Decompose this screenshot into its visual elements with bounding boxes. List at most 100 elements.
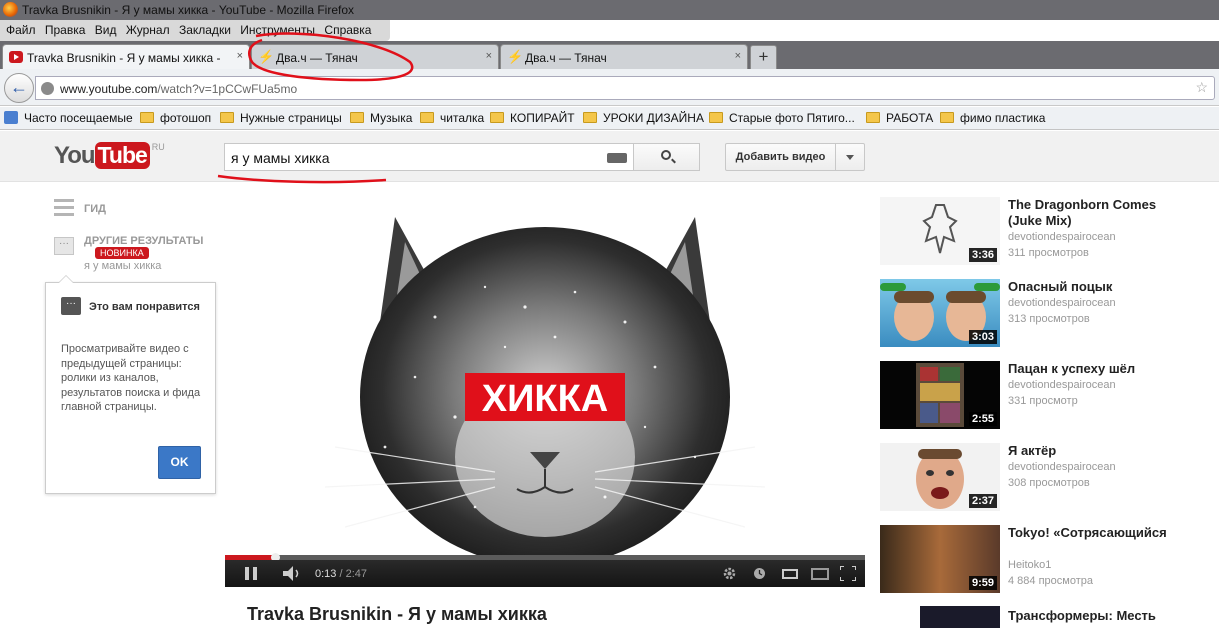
tab-youtube[interactable]: Travka Brusnikin - Я у мамы хикка - ... … [2,44,250,69]
new-badge: НОВИНКА [95,247,149,259]
bookmark-folder[interactable]: читалка [420,111,484,125]
bookmark-folder[interactable]: фимо пластика [940,111,1045,125]
related-video[interactable]: 3:36 The Dragonborn Comes (Juke Mix) dev… [880,197,1210,267]
menu-view[interactable]: Вид [89,20,117,37]
globe-icon [41,82,54,95]
upload-menu-chevron-down-icon[interactable] [835,143,865,171]
bookmark-folder[interactable]: фотошоп [140,111,211,125]
menu-file[interactable]: Файл [0,20,36,37]
large-player-icon[interactable] [811,568,829,580]
bolt-favicon-icon: ⚡ [258,49,275,64]
folder-icon [866,112,880,123]
url-text[interactable]: www.youtube.com/watch?v=1pCCwFUa5mo [60,82,297,96]
related-video[interactable]: 9:59 Tokyo! «Сотрясающийся Heitoko1 4 88… [880,525,1210,595]
video-thumbnail[interactable]: 3:36 [880,197,1000,265]
duration-badge: 9:59 [968,576,997,590]
pause-icon[interactable] [245,567,259,580]
keyboard-icon[interactable] [607,153,627,163]
related-views: 308 просмотров [1008,477,1090,489]
fullscreen-icon[interactable] [840,566,856,581]
overlay-text: ХИККА [482,378,609,420]
search-input[interactable]: я у мамы хикка [224,143,634,171]
bookmark-label: Нужные страницы [240,111,342,125]
video-title: Travka Brusnikin - Я у мамы хикка [247,604,547,624]
guide-label[interactable]: ГИД [84,203,106,215]
back-button[interactable]: ← [4,73,34,103]
time-separator: / [336,568,346,580]
settings-gear-icon[interactable] [722,566,737,581]
menu-bookmarks[interactable]: Закладки [173,20,231,37]
window-titlebar: Travka Brusnikin - Я у мамы хикка - YouT… [0,0,1219,20]
bookmark-most-visited[interactable]: Часто посещаемые [4,111,133,125]
tab-close-icon[interactable]: × [237,50,243,62]
related-title[interactable]: Пацан к успеху шёл [1008,361,1188,377]
bookmark-label: читалка [440,111,485,125]
video-thumbnail[interactable]: 2:37 [880,443,1000,511]
tab-dvach-2[interactable]: ⚡ Два.ч — Тянач × [500,44,748,69]
bookmark-folder[interactable]: Нужные страницы [220,111,342,125]
video-thumbnail[interactable]: 9:59 [880,525,1000,593]
new-tab-button[interactable]: + [750,45,777,69]
bookmark-folder[interactable]: КОПИРАЙТ [490,111,575,125]
bookmark-folder[interactable]: РАБОТА [866,111,933,125]
url-bar[interactable]: www.youtube.com/watch?v=1pCCwFUa5mo ☆ [35,76,1215,100]
youtube-logo[interactable]: You Tube RU [54,142,165,170]
tab-dvach-1[interactable]: ⚡ Два.ч — Тянач × [251,44,499,69]
related-title[interactable]: The Dragonborn Comes (Juke Mix) [1008,197,1188,229]
other-results-query[interactable]: я у мамы хикка [84,260,161,272]
small-player-icon[interactable] [782,569,798,579]
related-views: 311 просмотров [1008,247,1089,259]
bookmarks-toolbar: Часто посещаемые фотошоп Нужные страницы… [0,107,1219,130]
menu-help[interactable]: Справка [318,20,371,37]
folder-icon [490,112,504,123]
menu-edit[interactable]: Правка [39,20,86,37]
window-title: Travka Brusnikin - Я у мамы хикка - YouT… [22,3,355,17]
folder-icon [940,112,954,123]
ok-button[interactable]: OK [158,446,201,479]
related-video[interactable]: 3:03 Опасный поцык devotiondespairocean … [880,279,1210,349]
most-visited-icon [4,111,18,124]
search-query: я у мамы хикка [231,150,330,166]
url-host: www.youtube.com [60,82,158,96]
video-thumbnail[interactable] [920,606,1000,628]
bookmark-folder[interactable]: Музыка [350,111,412,125]
related-views: 331 просмотр [1008,395,1078,407]
other-results-icon[interactable]: ··· [54,237,74,255]
menu-history[interactable]: Журнал [120,20,170,37]
bookmark-label: КОПИРАЙТ [510,111,575,125]
tab-close-icon[interactable]: × [486,50,492,62]
bolt-favicon-icon: ⚡ [507,49,524,64]
related-video[interactable]: Трансформеры: Месть [880,606,1210,628]
video-frame-cat-image[interactable]: ХИККА [225,197,865,555]
video-thumbnail[interactable]: 2:55 [880,361,1000,429]
bookmark-star-icon[interactable]: ☆ [1195,79,1208,96]
other-results-label[interactable]: ДРУГИЕ РЕЗУЛЬТАТЫ [84,235,203,247]
tab-label: Два.ч — Тянач [276,51,358,65]
related-video[interactable]: 2:55 Пацан к успеху шёл devotiondespairo… [880,361,1210,431]
related-title[interactable]: Опасный поцык [1008,279,1188,295]
bookmark-label: Старые фото Пятиго... [729,111,855,125]
folder-icon [420,112,434,123]
duration-badge: 3:03 [968,330,997,344]
youtube-favicon-icon [9,51,23,63]
related-video[interactable]: 2:37 Я актёр devotiondespairocean 308 пр… [880,443,1210,513]
menu-bar: Файл Правка Вид Журнал Закладки Инструме… [0,20,390,41]
search-button[interactable] [633,143,700,171]
folder-icon [220,112,234,123]
related-title[interactable]: Я актёр [1008,443,1188,459]
video-thumbnail[interactable]: 3:03 [880,279,1000,347]
related-views: 4 884 просмотра [1008,575,1093,587]
related-title[interactable]: Tokyo! «Сотрясающийся [1008,525,1188,541]
bookmark-folder[interactable]: УРОКИ ДИЗАЙНА [583,111,704,125]
menu-tools[interactable]: Инструменты [234,20,315,37]
guide-menu-icon[interactable] [54,199,74,217]
video-player[interactable]: ХИККА [225,197,865,587]
watch-later-clock-icon[interactable] [753,567,766,580]
volume-icon[interactable] [283,566,303,581]
firefox-icon [3,2,18,17]
related-title[interactable]: Трансформеры: Месть [1008,608,1208,624]
tab-close-icon[interactable]: × [735,50,741,62]
upload-button[interactable]: Добавить видео [725,143,836,171]
bookmark-folder[interactable]: Старые фото Пятиго... [709,111,855,125]
tooltip-title: Это вам понравится [89,301,200,313]
